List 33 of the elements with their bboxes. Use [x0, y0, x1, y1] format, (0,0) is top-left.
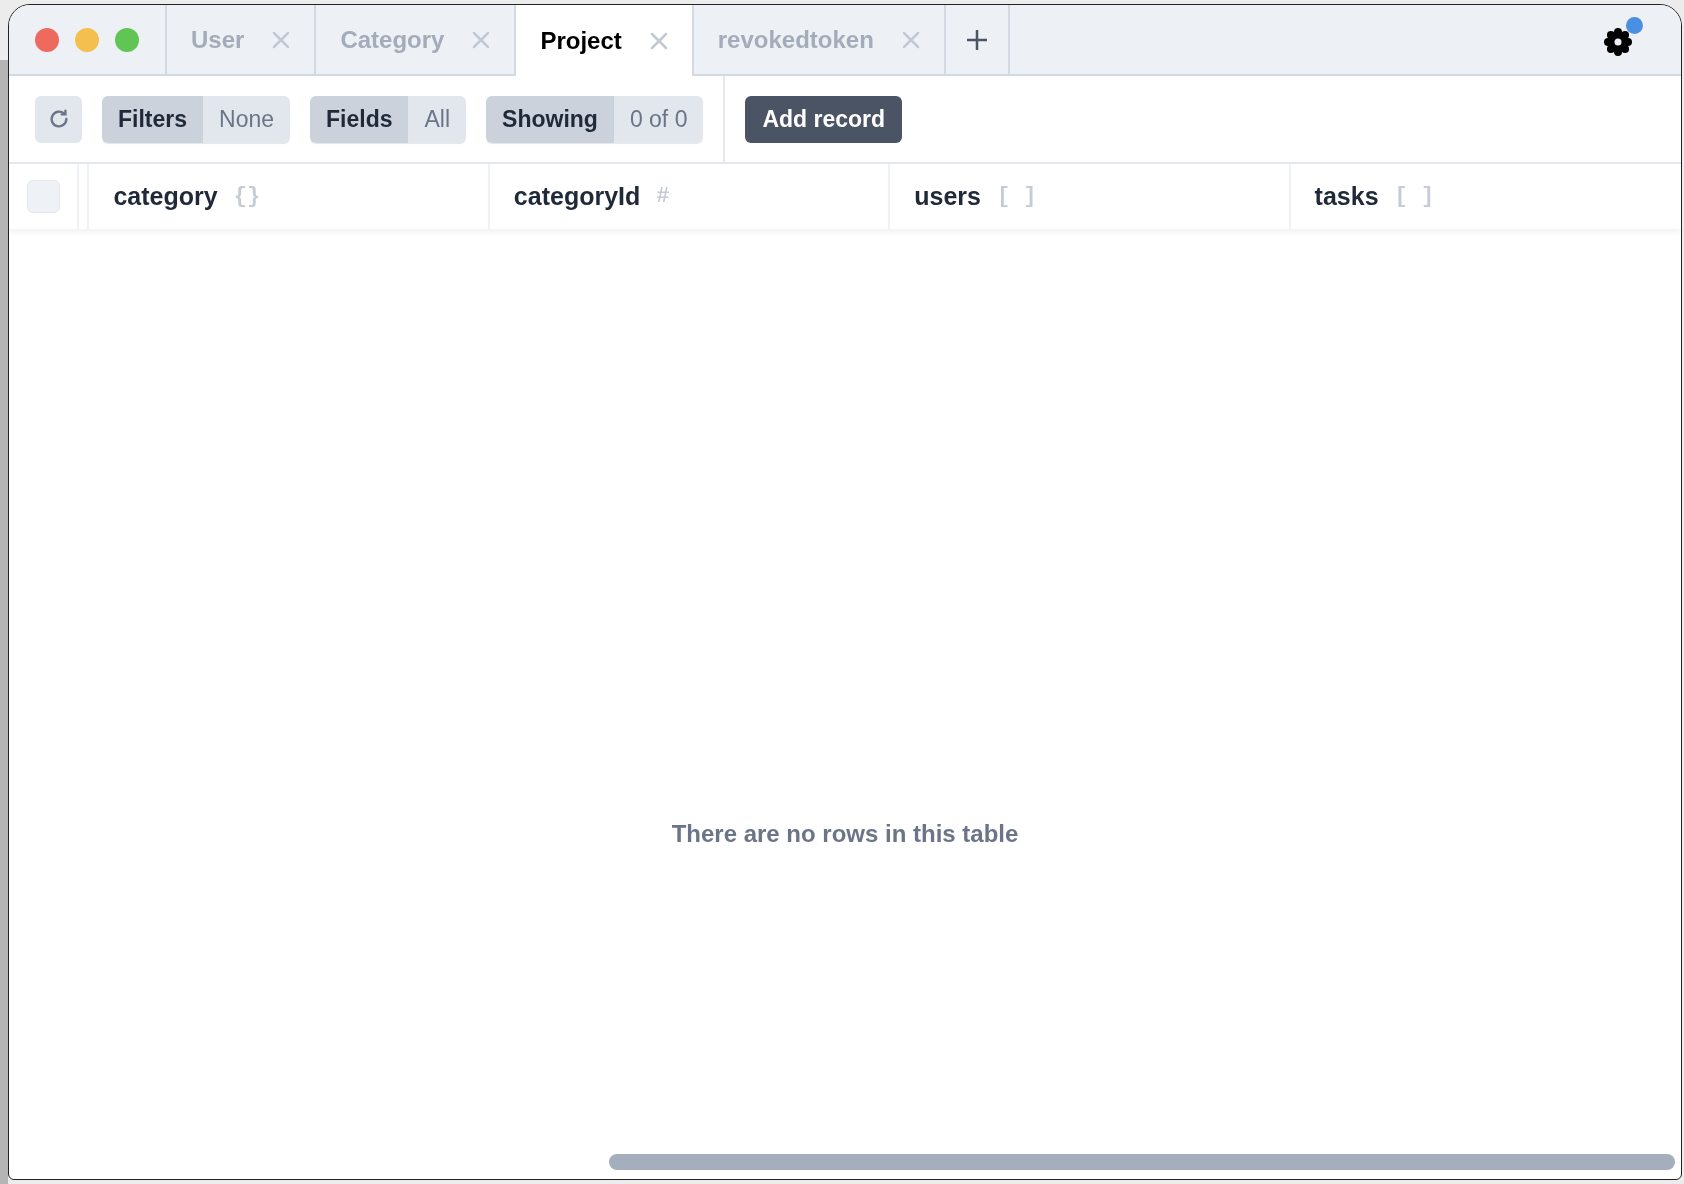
empty-message: There are no rows in this table: [671, 819, 1019, 849]
column-header[interactable]: category: [113, 177, 218, 216]
fields-button-label: Fields: [310, 95, 409, 143]
tab[interactable]: Project: [514, 5, 692, 76]
type-icon: {}: [233, 180, 261, 213]
filters-button-value: None: [203, 95, 290, 143]
close-tab-icon[interactable]: [649, 31, 668, 50]
column-header[interactable]: users: [914, 177, 981, 216]
settings-icon[interactable]: [1603, 26, 1633, 57]
close-tab-icon[interactable]: [901, 30, 920, 49]
filters-button[interactable]: Filters None: [102, 95, 290, 143]
showing-button-value: 0 of 0: [613, 95, 704, 143]
filters-button-label: Filters: [102, 95, 204, 143]
close-window-button[interactable]: [35, 27, 59, 52]
type-icon: [ ]: [996, 180, 1037, 213]
add-tab-icon[interactable]: [965, 28, 988, 51]
column-header[interactable]: categoryId: [513, 177, 641, 216]
add-record-button[interactable]: Add record: [745, 95, 903, 143]
refresh-button[interactable]: [35, 95, 82, 143]
column-header[interactable]: tasks: [1314, 177, 1379, 216]
select-all-checkbox[interactable]: [26, 180, 60, 213]
refresh-icon: [47, 108, 70, 130]
close-tab-icon[interactable]: [272, 30, 291, 49]
type-icon: #: [656, 180, 670, 213]
minimize-window-button[interactable]: [75, 27, 99, 52]
fields-button-value: All: [408, 95, 467, 143]
showing-button[interactable]: Showing 0 of 0: [486, 95, 704, 143]
close-tab-icon[interactable]: [472, 30, 491, 49]
maximize-window-button[interactable]: [115, 27, 139, 52]
type-icon: [ ]: [1394, 180, 1435, 213]
fields-button[interactable]: Fields All: [310, 95, 467, 143]
horizontal-scrollbar[interactable]: [609, 1154, 1675, 1170]
showing-button-label: Showing: [486, 95, 614, 143]
